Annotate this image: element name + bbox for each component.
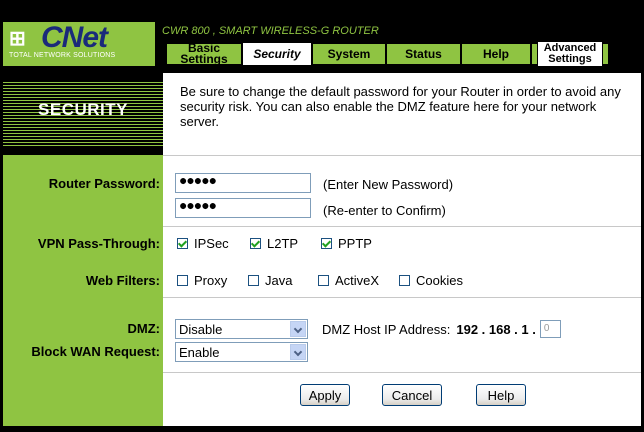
filter-activex-checkbox[interactable]: ActiveX <box>318 273 379 288</box>
divider <box>163 297 641 298</box>
tab-basic-settings[interactable]: Basic Settings <box>166 41 242 66</box>
dmz-ip-prefix: 192 . 168 . 1 . <box>456 321 536 337</box>
tab-security[interactable]: Security <box>242 42 312 66</box>
dmz-label: DMZ: <box>127 321 161 336</box>
vpn-pptp-label: PPTP <box>338 236 372 251</box>
filter-proxy-checkbox[interactable]: Proxy <box>177 273 227 288</box>
block-wan-select-value: Enable <box>179 344 220 360</box>
checkbox-unchecked-icon <box>248 275 259 286</box>
checkbox-unchecked-icon <box>318 275 329 286</box>
divider <box>163 155 641 156</box>
tab-system[interactable]: System <box>312 43 386 65</box>
filter-proxy-label: Proxy <box>194 273 228 288</box>
new-password-input[interactable]: ●●●●● <box>175 173 311 193</box>
confirm-password-input[interactable]: ●●●●● <box>175 198 311 218</box>
vpn-pptp-checkbox[interactable]: PPTP <box>321 236 372 251</box>
router-model-title: CWR 800 , SMART WIRELESS-G ROUTER <box>162 25 379 37</box>
cancel-button[interactable]: Cancel <box>382 384 442 406</box>
vpn-ipsec-label: IPSec <box>194 236 229 251</box>
filter-cookies-label: Cookies <box>416 273 463 288</box>
dmz-host-ip-label: DMZ Host IP Address: <box>322 321 451 337</box>
tab-help[interactable]: Help <box>461 43 531 65</box>
apply-button[interactable]: Apply <box>300 384 350 406</box>
checkbox-checked-icon <box>177 238 188 249</box>
cnet-logo: ⊞ CNet TOTAL NETWORK SOLUTIONS <box>3 21 155 66</box>
new-password-hint: (Enter New Password) <box>323 177 454 192</box>
logo-name: CNet <box>41 21 108 54</box>
divider <box>163 226 641 227</box>
checkbox-unchecked-icon <box>399 275 410 286</box>
tab-advanced-settings[interactable]: Advanced Settings <box>531 41 609 67</box>
checkbox-checked-icon <box>250 238 261 249</box>
vpn-l2tp-label: L2TP <box>267 236 299 251</box>
tab-basic-settings-label: Basic Settings <box>180 41 228 66</box>
divider <box>163 372 641 373</box>
tab-status[interactable]: Status <box>386 43 461 65</box>
filter-activex-label: ActiveX <box>335 273 380 288</box>
checkbox-checked-icon <box>321 238 332 249</box>
router-password-label: Router Password: <box>48 176 160 191</box>
tab-system-label: System <box>327 46 371 61</box>
router-window: ⊞ CNet TOTAL NETWORK SOLUTIONS CWR 800 ,… <box>0 0 644 432</box>
web-filters-label: Web Filters: <box>85 273 160 288</box>
block-wan-select[interactable]: Enable <box>175 342 308 362</box>
intro-text: Be sure to change the default password f… <box>180 84 621 129</box>
checkbox-unchecked-icon <box>177 275 188 286</box>
filter-java-label: Java <box>265 273 293 288</box>
chevron-down-icon[interactable] <box>290 321 306 337</box>
chevron-down-icon[interactable] <box>290 344 306 360</box>
vpn-label: VPN Pass-Through: <box>37 236 160 251</box>
dmz-select[interactable]: Disable <box>175 319 308 339</box>
section-title: SECURITY <box>38 100 128 119</box>
block-wan-label: Block WAN Request: <box>31 344 160 359</box>
dmz-ip-last-octet-input[interactable]: 0 <box>539 320 561 338</box>
logo-tagline: TOTAL NETWORK SOLUTIONS <box>9 52 116 59</box>
vpn-l2tp-checkbox[interactable]: L2TP <box>250 236 298 251</box>
filter-java-checkbox[interactable]: Java <box>248 273 292 288</box>
tab-status-label: Status <box>405 46 442 61</box>
dmz-select-value: Disable <box>179 321 223 337</box>
vpn-ipsec-checkbox[interactable]: IPSec <box>177 236 229 251</box>
logo-mark-icon: ⊞ <box>9 28 26 50</box>
tab-security-label: Security <box>253 46 301 61</box>
tab-advanced-settings-label: Advanced Settings <box>537 41 603 67</box>
tab-help-label: Help <box>482 46 509 61</box>
dmz-host-ip: DMZ Host IP Address: 192 . 168 . 1 . 0 <box>322 320 561 338</box>
filter-cookies-checkbox[interactable]: Cookies <box>399 273 463 288</box>
help-button[interactable]: Help <box>476 384 526 406</box>
confirm-password-hint: (Re-enter to Confirm) <box>323 203 446 218</box>
